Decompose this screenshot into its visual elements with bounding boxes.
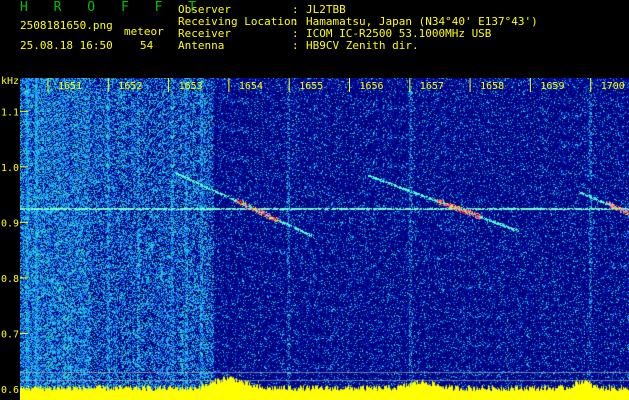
x-tick-label: 1657 [420, 81, 444, 92]
filename: 2508181650.png [20, 19, 113, 32]
header: H R O F F T 2508181650.png 25.08.18 16:5… [0, 0, 629, 72]
x-tick-label: 1654 [239, 81, 263, 92]
x-tick-label: 1659 [540, 81, 564, 92]
datetime: 25.08.18 16:50 [20, 39, 113, 52]
x-tick-label: 1655 [299, 81, 323, 92]
x-tick-label: 1656 [360, 81, 384, 92]
y-tick-label: 0.6 [1, 385, 19, 396]
y-tick-label: 0.9 [1, 218, 19, 229]
meteor-count: 54 [140, 39, 154, 52]
y-tick-label: 1.0 [1, 163, 19, 174]
x-tick-label: 1700 [601, 81, 625, 92]
y-tick-label: 1.1 [1, 107, 19, 118]
colon-sep: : [292, 39, 299, 52]
antenna-label: Antenna [178, 39, 225, 52]
x-tick-label: 1651 [58, 81, 82, 92]
meteor-label: meteor [124, 25, 164, 38]
y-axis-label: kHz [1, 76, 19, 87]
x-tick-label: 1658 [480, 81, 504, 92]
antenna-value: HB9CV Zenith dir. [306, 39, 419, 52]
spectrogram-frame: kHz 1.1 1.0 0.9 0.8 0.7 0.6 1651 1652 1653 1654 165… [1, 76, 625, 396]
y-tick-label: 0.7 [1, 329, 19, 340]
y-tick-label: 0.8 [1, 274, 19, 285]
x-tick-label: 1652 [118, 81, 142, 92]
x-tick-label: 1653 [179, 81, 203, 92]
